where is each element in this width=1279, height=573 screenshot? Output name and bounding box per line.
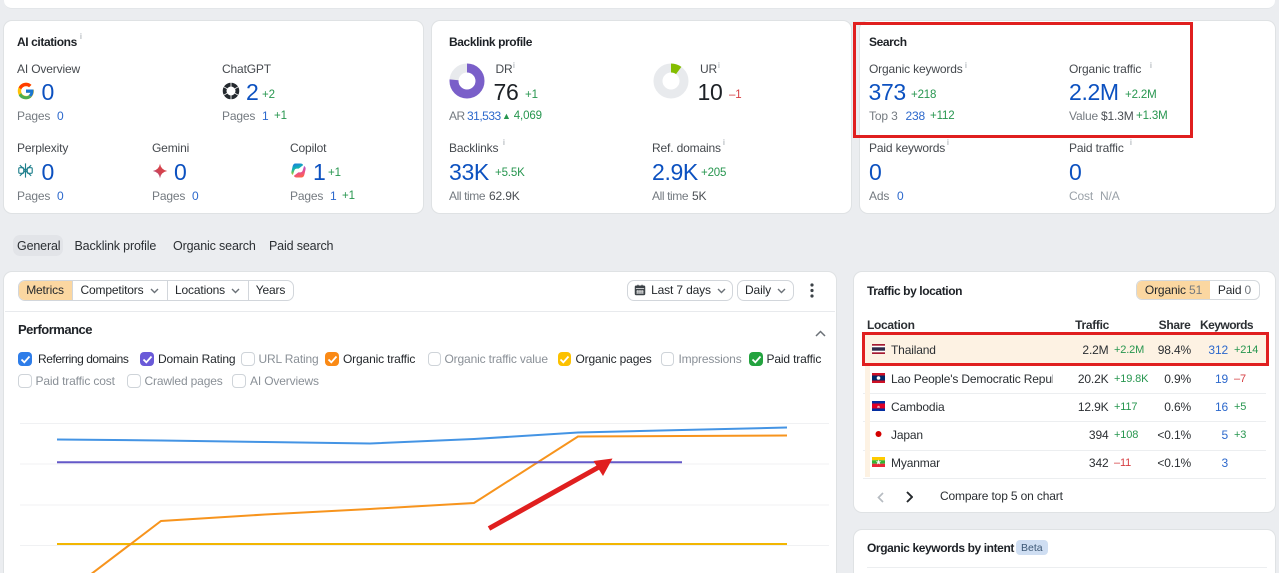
svg-text:★: ★ xyxy=(875,459,881,467)
